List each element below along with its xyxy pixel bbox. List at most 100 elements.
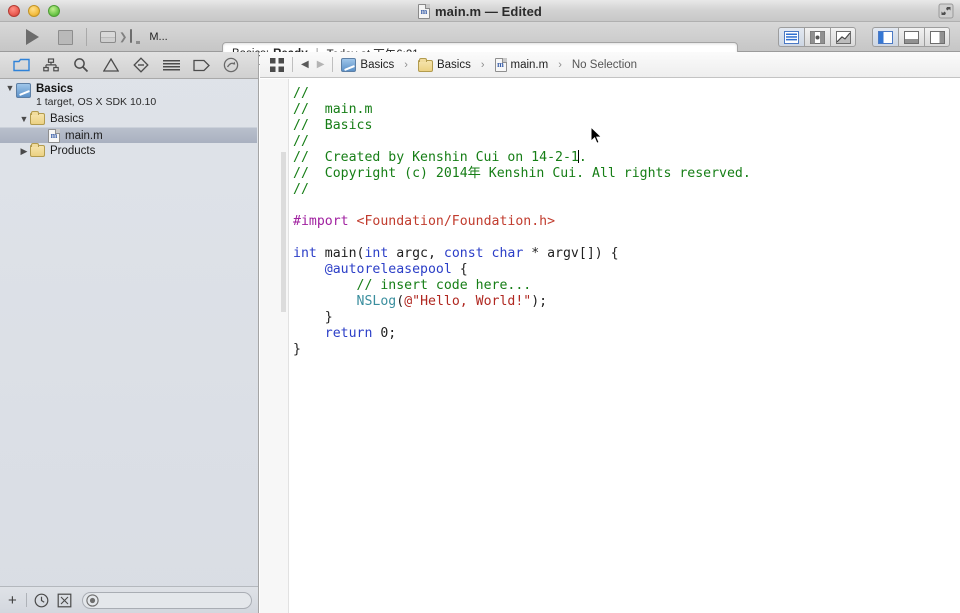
scheme-destination-label: M...: [149, 31, 168, 43]
jump-bar-divider: [292, 57, 293, 72]
navigator-selector-bar: [0, 52, 258, 79]
code-line: }: [293, 310, 960, 326]
version-editor-button[interactable]: [830, 27, 856, 47]
test-navigator-diamond-icon[interactable]: [132, 56, 150, 74]
symbol-navigator-hierarchy-icon[interactable]: [42, 56, 60, 74]
assistant-editor-button[interactable]: [804, 27, 830, 47]
title-bar: m main.m — Edited: [0, 0, 960, 22]
folder-icon: [30, 143, 45, 157]
find-navigator-search-icon[interactable]: [72, 56, 90, 74]
debug-area-toggle-button[interactable]: [898, 27, 924, 47]
filter-badge-icon[interactable]: [57, 592, 73, 608]
chevron-right-icon: ❯: [119, 31, 128, 43]
code-token: * argv[]) {: [523, 246, 619, 261]
add-item-button[interactable]: +: [6, 593, 19, 608]
code-line: NSLog(@"Hello, World!");: [293, 294, 960, 310]
report-navigator-arrow-icon[interactable]: [222, 56, 240, 74]
code-line: // Copyright (c) 2014年 Kenshin Cui. All …: [293, 166, 960, 182]
navigate-back-button[interactable]: ◀: [301, 59, 309, 70]
tree-row-group-products[interactable]: ▶ Products: [0, 143, 257, 159]
code-token: <Foundation/Foundation.h>: [356, 214, 556, 229]
code-line: // Created by Kenshin Cui on 14-2-1.: [293, 150, 960, 166]
disclosure-triangle-basics[interactable]: ▼: [18, 114, 30, 124]
tree-label-main-m: main.m: [65, 129, 103, 142]
objc-file-icon: m: [48, 128, 60, 143]
breadcrumb-group[interactable]: Basics: [417, 57, 471, 72]
code-line: @autoreleasepool {: [293, 262, 960, 278]
code-line: // insert code here...: [293, 278, 960, 294]
code-token: // Copyright (c) 2014年 Kenshin Cui. All …: [293, 166, 751, 181]
tree-label-products: Products: [50, 145, 96, 157]
navigate-forward-button[interactable]: ▶: [317, 59, 325, 70]
clock-icon[interactable]: [34, 592, 50, 608]
code-token: (: [396, 294, 405, 309]
code-line: int main(int argc, const char * argv[]) …: [293, 246, 960, 262]
stop-button[interactable]: [55, 28, 75, 46]
navigator-toggle-button[interactable]: [872, 27, 898, 47]
code-token: //: [293, 86, 309, 101]
code-line: //: [293, 182, 960, 198]
navigator-panel: ▼ Basics 1 target, OS X SDK 10.10 ▼ Basi…: [0, 52, 259, 613]
run-button[interactable]: [22, 28, 42, 46]
toolbar: ❯ M... Basics: Ready | Today at 下午6:21: [0, 22, 960, 65]
breadcrumb-selection[interactable]: No Selection: [572, 59, 637, 71]
filter-input[interactable]: [81, 591, 252, 609]
code-token: 0;: [372, 326, 397, 341]
navigator-footer: +: [0, 586, 258, 613]
code-line: }: [293, 342, 960, 358]
tree-row-group-basics[interactable]: ▼ Basics: [0, 111, 257, 127]
tree-label-basics: Basics: [50, 113, 84, 125]
breadcrumb-separator: ›: [404, 58, 408, 71]
code-token: // Created by Kenshin Cui on 14-2-1: [293, 150, 579, 165]
destination-display-icon: [130, 29, 146, 44]
debug-navigator-list-icon[interactable]: [162, 56, 180, 74]
objc-document-icon: m: [418, 3, 431, 19]
code-token: const: [443, 246, 484, 261]
code-token: return: [324, 326, 373, 341]
project-icon: [341, 57, 357, 72]
utilities-toggle-button[interactable]: [924, 27, 950, 47]
project-navigator-folder-icon[interactable]: [12, 56, 30, 74]
issue-navigator-warning-triangle-icon[interactable]: [102, 56, 120, 74]
code-token: //: [293, 134, 309, 149]
code-token: main(: [316, 246, 365, 261]
related-items-icon[interactable]: [270, 57, 284, 72]
tree-row-file-main-m[interactable]: m main.m: [0, 127, 257, 143]
breadcrumb-project[interactable]: Basics: [341, 57, 394, 72]
code-token: #import: [293, 214, 349, 229]
disclosure-triangle-project[interactable]: ▼: [4, 83, 16, 93]
code-token: int: [364, 246, 389, 261]
breadcrumb-separator-3: ›: [558, 58, 562, 71]
code-token: //: [293, 182, 309, 197]
change-bar: [281, 152, 286, 312]
scheme-selector[interactable]: ❯ M...: [100, 27, 168, 47]
breakpoint-navigator-tag-icon[interactable]: [192, 56, 210, 74]
code-token: .: [578, 150, 587, 165]
code-token: // main.m: [293, 102, 373, 117]
project-icon: [16, 83, 31, 98]
objc-file-icon: m: [494, 57, 507, 72]
jump-bar: ◀ ▶ Basics › Basics › m main.m › No Sele…: [260, 52, 960, 78]
toolbar-divider: [86, 28, 87, 46]
xcode-window: m main.m — Edited ❯ M... Basics: Ready: [0, 0, 960, 613]
code-line: // Basics: [293, 118, 960, 134]
view-toggle-group: [872, 27, 950, 47]
disclosure-triangle-products[interactable]: ▶: [18, 146, 30, 157]
standard-editor-button[interactable]: [778, 27, 804, 47]
tree-row-project[interactable]: ▼ Basics 1 target, OS X SDK 10.10: [0, 80, 257, 111]
code-token: @autoreleasepool: [324, 262, 452, 277]
code-token: {: [451, 262, 468, 277]
source-code-view[interactable]: //// main.m// Basics//// Created by Kens…: [289, 79, 960, 613]
jump-bar-divider-2: [332, 57, 334, 72]
code-line: //: [293, 134, 960, 150]
breadcrumb-file[interactable]: m main.m: [494, 57, 548, 72]
breadcrumb-separator-2: ›: [480, 58, 485, 71]
code-token: int: [293, 246, 317, 261]
fullscreen-arrows-icon[interactable]: [938, 3, 954, 19]
tree-label-project: Basics: [36, 83, 74, 95]
code-line: // main.m: [293, 102, 960, 118]
